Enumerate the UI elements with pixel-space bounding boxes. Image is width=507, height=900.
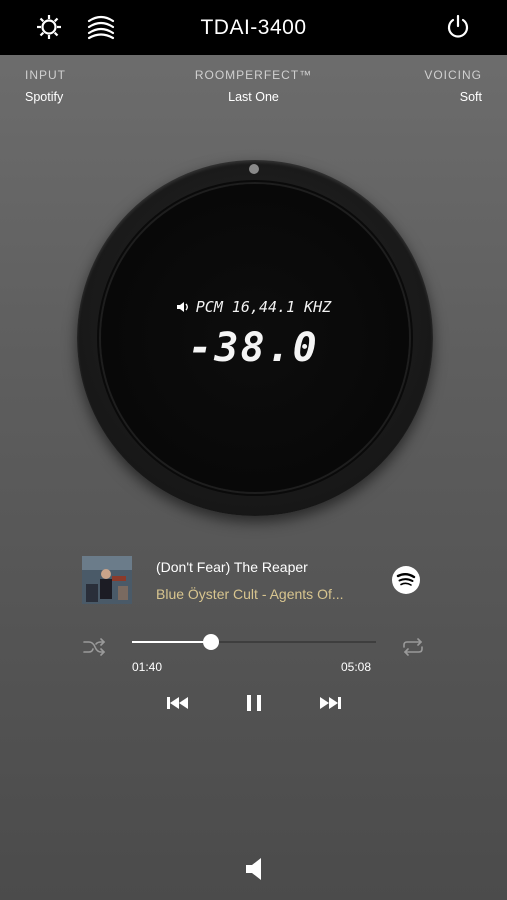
voicing-label: VOICING [424, 68, 482, 82]
voicing-value: Soft [459, 90, 482, 104]
next-icon [320, 697, 341, 709]
audio-format-readout: PCM 16,44.1 KHZ [0, 298, 507, 316]
seek-bar[interactable] [132, 634, 376, 650]
shuffle-icon[interactable] [82, 637, 106, 657]
top-bar: TDAI-3400 [0, 0, 507, 55]
seek-handle[interactable] [203, 634, 220, 650]
seek-progress [132, 641, 212, 643]
pause-button[interactable] [244, 692, 264, 714]
previous-icon [167, 697, 188, 709]
speaker-small-icon [176, 302, 188, 312]
speaker-icon [246, 858, 261, 880]
previous-track-button[interactable] [164, 693, 192, 713]
track-artist-album: Blue Öyster Cult - Agents Of... [156, 586, 344, 602]
knob-position-indicator [249, 164, 259, 174]
track-title: (Don't Fear) The Reaper [156, 559, 308, 575]
device-title: TDAI-3400 [200, 16, 307, 39]
duration-time: 05:08 [341, 660, 372, 674]
album-art[interactable] [82, 556, 132, 604]
speaker-mute-button[interactable] [242, 855, 266, 883]
elapsed-time: 01:40 [132, 660, 163, 674]
spotify-icon[interactable] [392, 566, 420, 594]
audio-format-text: PCM 16,44.1 KHZ [195, 298, 332, 316]
volume-readout: -38.0 [188, 325, 319, 371]
repeat-icon[interactable] [401, 637, 425, 657]
voicing-status[interactable]: VOICING Soft [424, 68, 482, 104]
power-icon[interactable] [443, 12, 473, 42]
pause-icon [247, 695, 261, 711]
next-track-button[interactable] [316, 693, 344, 713]
